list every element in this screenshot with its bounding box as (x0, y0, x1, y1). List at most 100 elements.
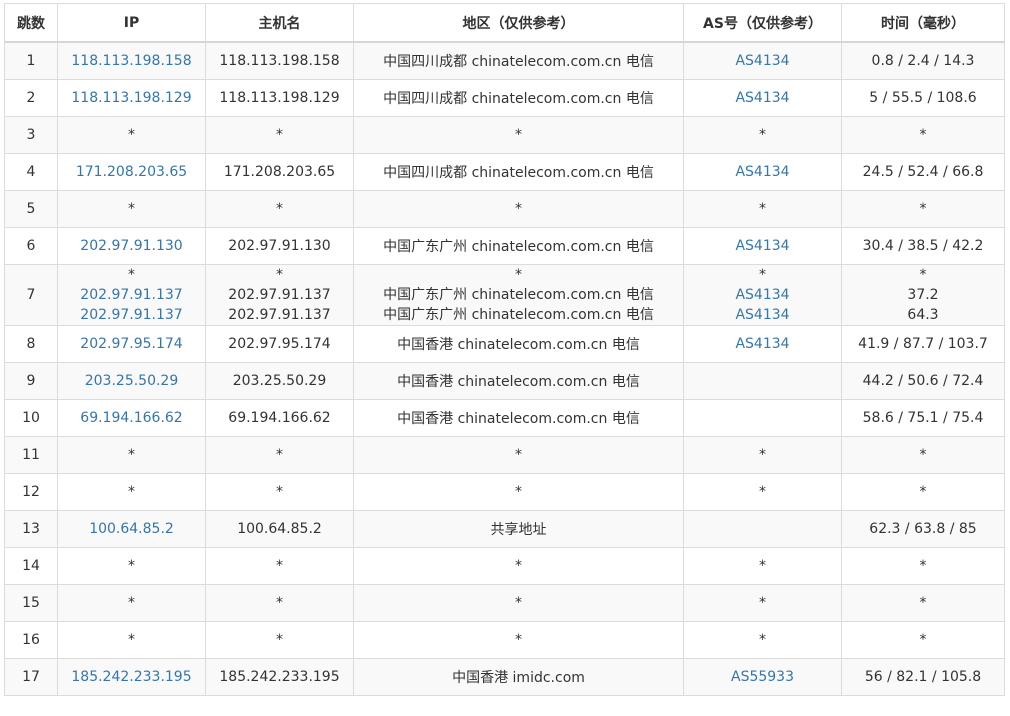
hop-cell: 4 (4, 153, 58, 191)
ip-link[interactable]: 171.208.203.65 (76, 164, 187, 180)
ip-link[interactable]: 100.64.85.2 (89, 521, 174, 537)
as-link: * (759, 267, 766, 283)
hop-cell: 6 (4, 227, 58, 265)
as-link[interactable]: AS4134 (684, 305, 841, 325)
location-text: 中国四川成都 chinatelecom.com.cn 电信 (383, 54, 654, 70)
hostname-cell: * (205, 621, 354, 659)
ip-link[interactable]: 202.97.91.137 (58, 285, 205, 305)
as-cell: AS4134 (683, 153, 842, 191)
ip-link: * (128, 632, 135, 648)
time-cell: * (841, 116, 1005, 154)
as-link[interactable]: AS4134 (684, 285, 841, 305)
location-text: * (515, 267, 522, 283)
time-text: 37.2 (907, 287, 939, 303)
time-cell: 58.6 / 75.1 / 75.4 (841, 399, 1005, 437)
table-header: 跳数 IP 主机名 地区（仅供参考） AS号（仅供参考） 时间（毫秒） (4, 3, 1005, 43)
hostname-text: * (276, 201, 283, 217)
location-cell: 中国香港 chinatelecom.com.cn 电信 (353, 362, 684, 400)
as-cell (683, 362, 842, 400)
hop-cell: 7 (4, 264, 58, 326)
table-row: 15 * * * * * (4, 584, 1005, 622)
time-text: * (919, 201, 927, 217)
header-host: 主机名 (205, 3, 354, 43)
as-link[interactable]: AS4134 (735, 164, 789, 180)
time-text: * (919, 447, 927, 463)
header-row: 跳数 IP 主机名 地区（仅供参考） AS号（仅供参考） 时间（毫秒） (4, 3, 1005, 43)
ip-link: * (128, 558, 135, 574)
hop-cell: 12 (4, 473, 58, 511)
ip-cell: * (57, 621, 206, 659)
location-text: 中国广东广州 chinatelecom.com.cn 电信 (383, 287, 654, 303)
hop-cell: 14 (4, 547, 58, 585)
hostname-cell: * (205, 584, 354, 622)
location-text: 中国广东广州 chinatelecom.com.cn 电信 (383, 239, 654, 255)
as-link: * (759, 484, 766, 500)
as-link[interactable]: AS4134 (735, 53, 789, 69)
as-link: * (759, 201, 766, 217)
ip-cell: 118.113.198.129 (57, 79, 206, 117)
location-cell: * (353, 547, 684, 585)
hostname-text: * (276, 595, 283, 611)
time-text: 58.6 / 75.1 / 75.4 (862, 410, 984, 426)
time-text: 64.3 (907, 307, 939, 323)
as-link[interactable]: AS4134 (735, 90, 789, 106)
location-cell: 中国四川成都 chinatelecom.com.cn 电信 (353, 153, 684, 191)
hop-cell: 5 (4, 190, 58, 228)
as-cell: * (683, 473, 842, 511)
hop-cell: 10 (4, 399, 58, 437)
table-row: 11 * * * * * (4, 436, 1005, 474)
hostname-cell: 185.242.233.195 (205, 658, 354, 696)
as-link[interactable]: AS4134 (735, 238, 789, 254)
ip-link[interactable]: 118.113.198.129 (71, 90, 191, 106)
table-row: 3 * * * * * (4, 116, 1005, 154)
table-row: 4 171.208.203.65 171.208.203.65 中国四川成都 chin… (4, 153, 1005, 191)
ip-link[interactable]: 203.25.50.29 (85, 373, 179, 389)
location-text: * (515, 447, 522, 463)
as-link[interactable]: AS55933 (731, 669, 794, 685)
hostname-cell: 202.97.95.174 (205, 325, 354, 363)
ip-cell: * (57, 584, 206, 622)
hostname-text: 202.97.95.174 (228, 336, 331, 352)
time-text: 0.8 / 2.4 / 14.3 (871, 53, 975, 69)
as-cell: AS55933 (683, 658, 842, 696)
ip-link: * (128, 127, 135, 143)
hostname-text: * (276, 558, 283, 574)
time-cell: * (841, 190, 1005, 228)
hostname-cell: 202.97.91.130 (205, 227, 354, 265)
table-row: 6 202.97.91.130 202.97.91.130 中国广东广州 chinat… (4, 227, 1005, 265)
ip-link[interactable]: 202.97.91.130 (80, 238, 182, 254)
table-row: 2 118.113.198.129 118.113.198.129 中国四川成都 ch… (4, 79, 1005, 117)
time-cell: * 37.2 64.3 (841, 264, 1005, 326)
table-row: 7 * 202.97.91.137 202.97.91.137 * 202.97.91.1… (4, 264, 1005, 326)
ip-link[interactable]: 202.97.91.137 (58, 305, 205, 325)
hop-cell: 9 (4, 362, 58, 400)
time-cell: 41.9 / 87.7 / 103.7 (841, 325, 1005, 363)
ip-link[interactable]: 69.194.166.62 (80, 410, 182, 426)
hostname-cell: 203.25.50.29 (205, 362, 354, 400)
header-time: 时间（毫秒） (841, 3, 1005, 43)
time-text: 24.5 / 52.4 / 66.8 (862, 164, 984, 180)
location-text: * (515, 632, 522, 648)
hostname-text: 171.208.203.65 (223, 164, 336, 180)
location-text: 中国广东广州 chinatelecom.com.cn 电信 (383, 307, 654, 323)
hostname-text: 202.97.91.137 (228, 287, 331, 303)
ip-link[interactable]: 202.97.95.174 (80, 336, 182, 352)
location-cell: 中国香港 chinatelecom.com.cn 电信 (353, 399, 684, 437)
hostname-cell: 69.194.166.62 (205, 399, 354, 437)
hostname-text: * (276, 484, 283, 500)
ip-cell: * (57, 116, 206, 154)
ip-link[interactable]: 185.242.233.195 (71, 669, 191, 685)
as-link[interactable]: AS4134 (735, 336, 789, 352)
location-text: * (515, 201, 522, 217)
ip-link[interactable]: 118.113.198.158 (71, 53, 191, 69)
table-row: 10 69.194.166.62 69.194.166.62 中国香港 chinate… (4, 399, 1005, 437)
table-row: 5 * * * * * (4, 190, 1005, 228)
hostname-text: * (276, 447, 283, 463)
location-cell: 中国广东广州 chinatelecom.com.cn 电信 (353, 227, 684, 265)
as-cell: * (683, 584, 842, 622)
hostname-text: 202.97.91.130 (228, 238, 331, 254)
time-text: 44.2 / 50.6 / 72.4 (862, 373, 984, 389)
location-cell: * (353, 584, 684, 622)
as-cell (683, 399, 842, 437)
location-text: * (515, 595, 522, 611)
